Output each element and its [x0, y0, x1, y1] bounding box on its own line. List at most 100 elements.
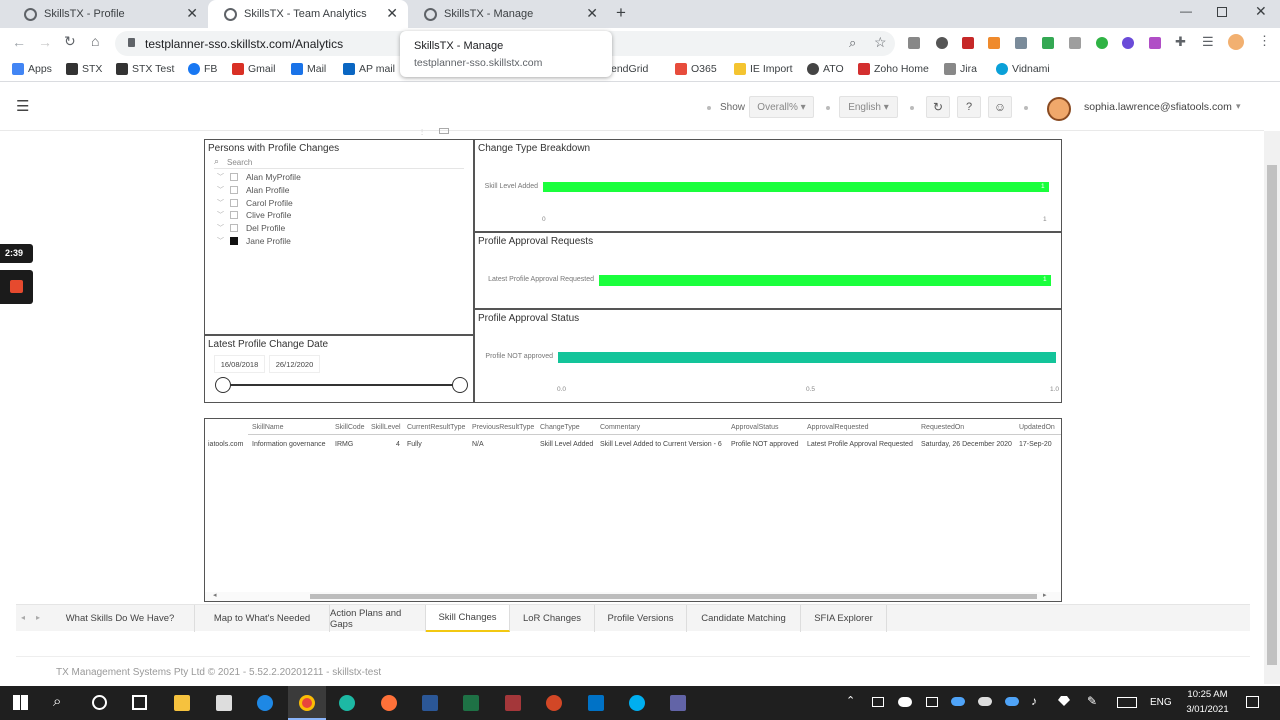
refresh-button[interactable]: ↻ [926, 96, 950, 118]
page-tab-profile-versions[interactable]: Profile Versions [595, 605, 687, 632]
home-icon[interactable]: ⌂ [91, 33, 99, 49]
scrollbar-thumb[interactable] [1267, 165, 1277, 665]
scroll-right-icon[interactable]: ▸ [1043, 591, 1047, 599]
slicer-checkbox[interactable] [230, 211, 238, 220]
chrome-taskbar-button[interactable] [288, 686, 326, 720]
tray-monitor-icon[interactable] [872, 697, 884, 707]
page-tab-skill-changes[interactable]: Skill Changes [426, 605, 510, 632]
clock-date[interactable]: 3/01/2021 [1182, 704, 1233, 715]
browser-tab-manage[interactable]: SkillsTX - Manage ✕ [408, 0, 608, 28]
page-tab-what-skills[interactable]: What Skills Do We Have? [46, 605, 195, 632]
tabs-next-icon[interactable]: ▸ [36, 613, 40, 622]
bookmark-star-icon[interactable]: ☆ [874, 34, 887, 51]
extension-dropbox-icon[interactable] [1015, 37, 1027, 49]
expand-chevron-icon[interactable]: ﹀ [217, 210, 227, 220]
feedback-button[interactable]: ☺ [988, 96, 1012, 118]
onedrive-business-icon[interactable] [1005, 697, 1019, 706]
user-email[interactable]: sophia.lawrence@sfiatools.com [1084, 101, 1232, 113]
keyboard-icon[interactable] [1117, 697, 1137, 708]
slicer-item[interactable]: ﹀ Alan Profile [217, 185, 289, 195]
extension-google-icon[interactable] [1042, 37, 1054, 49]
profile-avatar-icon[interactable] [1228, 34, 1244, 50]
notifications-icon[interactable] [1246, 696, 1259, 708]
new-tab-icon[interactable]: + [616, 3, 626, 23]
close-window-icon[interactable]: ✕ [1255, 3, 1267, 20]
slicer-checkbox[interactable] [230, 224, 238, 233]
store-icon[interactable] [216, 695, 232, 711]
scroll-left-icon[interactable]: ◂ [213, 591, 217, 599]
onedrive-icon[interactable] [951, 697, 965, 706]
page-tab-map-needed[interactable]: Map to What's Needed [195, 605, 330, 632]
volume-icon[interactable]: ♪ [1031, 694, 1037, 708]
scrollbar-thumb[interactable] [310, 594, 1037, 599]
date-from-input[interactable]: 16/08/2018 [214, 355, 265, 373]
close-tab-icon[interactable]: ✕ [386, 5, 398, 22]
bookmark-gmail[interactable]: Gmail [232, 63, 275, 75]
tray-cloud-icon[interactable] [898, 697, 912, 707]
extension-orange-icon[interactable] [988, 37, 1000, 49]
slicer-checkbox[interactable] [230, 173, 238, 181]
page-tab-action-plans[interactable]: Action Plans and Gaps [330, 605, 426, 632]
bookmark-apps[interactable]: Apps [12, 63, 52, 75]
expand-chevron-icon[interactable]: ﹀ [217, 198, 227, 208]
visual-focus-icon[interactable] [439, 128, 449, 134]
chrome-menu-icon[interactable]: ⋮ [1258, 33, 1271, 49]
show-dropdown[interactable]: Overall% ▾ [749, 96, 814, 118]
extensions-puzzle-icon[interactable]: ✚ [1175, 34, 1186, 50]
slicer-item[interactable]: ﹀ Clive Profile [217, 210, 291, 220]
teams-icon[interactable] [670, 695, 686, 711]
bookmark-vidnami[interactable]: Vidnami [996, 63, 1050, 75]
extension-drive-icon[interactable] [908, 37, 920, 49]
close-tab-icon[interactable]: ✕ [586, 5, 598, 22]
reload-icon[interactable]: ↻ [64, 33, 76, 50]
bookmark-stx[interactable]: STX [66, 63, 102, 75]
tray-device-icon[interactable] [926, 697, 938, 707]
excel-icon[interactable] [463, 695, 479, 711]
expand-chevron-icon[interactable]: ﹀ [217, 172, 227, 182]
bookmark-ie-import[interactable]: IE Import [734, 63, 793, 75]
edge-new-icon[interactable] [339, 695, 355, 711]
pen-icon[interactable]: ✎ [1087, 694, 1097, 708]
extension-u-icon[interactable] [1149, 37, 1161, 49]
slicer-item[interactable]: ﹀ Carol Profile [217, 198, 293, 208]
file-explorer-icon[interactable] [174, 695, 190, 711]
minimize-icon[interactable]: — [1180, 4, 1192, 18]
maximize-icon[interactable] [1217, 7, 1227, 17]
bookmark-ato[interactable]: ATO [807, 63, 844, 75]
user-avatar[interactable] [1047, 97, 1071, 121]
date-range-start-handle[interactable] [215, 377, 231, 393]
show-hidden-icons[interactable]: ⌃ [846, 694, 855, 707]
outlook-icon[interactable] [588, 695, 604, 711]
close-tab-icon[interactable]: ✕ [186, 5, 198, 22]
language-indicator[interactable]: ENG [1150, 697, 1172, 708]
bookmark-jira[interactable]: Jira [944, 63, 977, 75]
skype-icon[interactable] [629, 695, 645, 711]
slicer-checkbox[interactable] [230, 198, 238, 207]
page-tab-sfia-explorer[interactable]: SFIA Explorer [801, 605, 887, 632]
onedrive-personal-icon[interactable] [978, 697, 992, 706]
expand-chevron-icon[interactable]: ﹀ [217, 236, 227, 246]
word-icon[interactable] [422, 695, 438, 711]
bookmark-zoho[interactable]: Zoho Home [858, 63, 929, 75]
bar[interactable] [599, 275, 1051, 286]
bookmark-mail[interactable]: Mail [291, 63, 326, 75]
powerpoint-icon[interactable] [546, 695, 562, 711]
dropbox-icon[interactable] [1058, 696, 1070, 706]
vertical-scrollbar[interactable] [1264, 131, 1280, 684]
extension-pdf-icon[interactable] [962, 37, 974, 49]
reading-list-icon[interactable]: ☰ [1202, 34, 1214, 50]
page-tab-lor-changes[interactable]: LoR Changes [510, 605, 595, 632]
slicer-item[interactable]: ﹀ Del Profile [217, 223, 285, 233]
search-icon[interactable]: ⌕ [53, 693, 61, 710]
hamburger-menu-icon[interactable]: ☰ [16, 97, 29, 115]
task-view-icon[interactable] [132, 695, 147, 710]
extension-purple-icon[interactable] [1122, 37, 1134, 49]
browser-tab-team-analytics[interactable]: SkillsTX - Team Analytics ✕ [208, 0, 408, 28]
slicer-search[interactable]: ⌕ Search [214, 156, 464, 169]
slicer-item[interactable]: ﹀ Jane Profile [217, 236, 291, 246]
cortana-icon[interactable] [92, 695, 107, 710]
bookmark-stx-test[interactable]: STX Test [116, 63, 174, 75]
language-dropdown[interactable]: English ▾ [839, 96, 898, 118]
expand-chevron-icon[interactable]: ﹀ [217, 223, 227, 233]
visual-pin-icon[interactable]: ⫶ [421, 128, 423, 138]
